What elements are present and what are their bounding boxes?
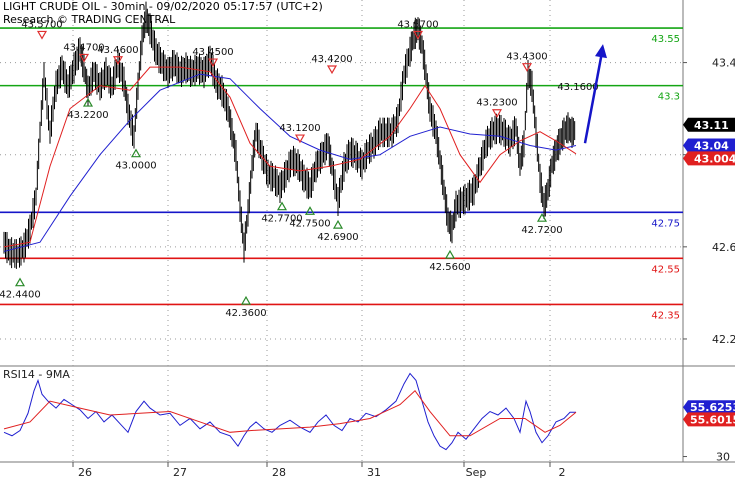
marker-label: 42.6900 [317,232,358,243]
rsi-tick-label: 30 [716,451,730,464]
resistance-marker [294,134,306,144]
forecast-arrow-shaft [583,51,604,144]
marker-label: 43.4200 [311,54,352,65]
y-tick-label: 43.4 [712,57,735,70]
y-tick-label: 42.2 [712,333,735,346]
resistance-marker [326,65,338,75]
rsi-panel: RSI14 - 9MA [3,368,577,451]
rsi-line [3,372,576,451]
x-tick-label: 28 [272,466,286,479]
level-label: 42.75 [651,218,680,229]
x-tick-label: 26 [78,466,92,479]
marker-label: 43.2300 [476,98,517,109]
ma-fast-badge-label: 43.004 [694,152,735,165]
support-resistance-levels: 43.55 43.3 42.75 42.55 42.35 [0,27,683,321]
support-marker [444,249,456,259]
level-label: 43.3 [658,92,680,103]
level-label: 42.35 [651,310,680,321]
chart-svg: 43.5543.342.7542.5542.35 43.570043.47004… [0,0,735,479]
marker-label: 43.5700 [397,19,438,30]
x-tick-label: 27 [173,466,187,479]
marker-label: 43.0000 [115,161,156,172]
y-tick-label: 42.6 [712,241,735,254]
support-marker [276,201,288,211]
resistance-marker [36,30,48,40]
support-marker [14,277,26,287]
support-marker [240,295,252,305]
ma-slow-badge-label: 43.04 [694,139,729,152]
rsi-value-badge-label: 55.6253 [690,401,735,414]
price-badges: 43.11 43.0443.004 55.625355.6015 [683,117,735,427]
level-label: 42.55 [651,264,680,275]
x-tick-label: 2 [559,466,566,479]
marker-label: 43.4600 [97,45,138,56]
marker-label: 43.4300 [506,52,547,63]
chart-source: Research © TRADING CENTRAL [3,13,176,26]
x-tick-label: 31 [367,466,381,479]
x-tick-label: Sep [466,466,487,479]
marker-label: 42.3600 [225,308,266,319]
marker-label: 42.7200 [521,225,562,236]
marker-label: 42.5600 [429,262,470,273]
marker-label: 43.1200 [279,123,320,134]
support-marker [130,148,142,158]
marker-label: 42.7500 [289,218,330,229]
chart-title: LIGHT CRUDE OIL - 30min - 09/02/2020 05:… [3,0,323,13]
rsi-title: RSI14 - 9MA [3,368,70,381]
support-marker [304,206,316,215]
current-price-badge-label: 43.11 [694,119,729,132]
support-marker [536,212,548,222]
support-marker [332,219,344,229]
rsi-ma-line [3,390,577,437]
forecast-arrow-head [595,44,607,59]
level-label: 43.55 [651,34,680,45]
marker-label: 43.1600 [557,82,598,93]
gridlines [0,0,683,462]
marker-label: 42.4400 [0,290,41,301]
marker-label: 43.4500 [192,47,233,58]
rsi-ma-badge-label: 55.6015 [690,413,735,426]
marker-label: 43.2200 [67,110,108,121]
